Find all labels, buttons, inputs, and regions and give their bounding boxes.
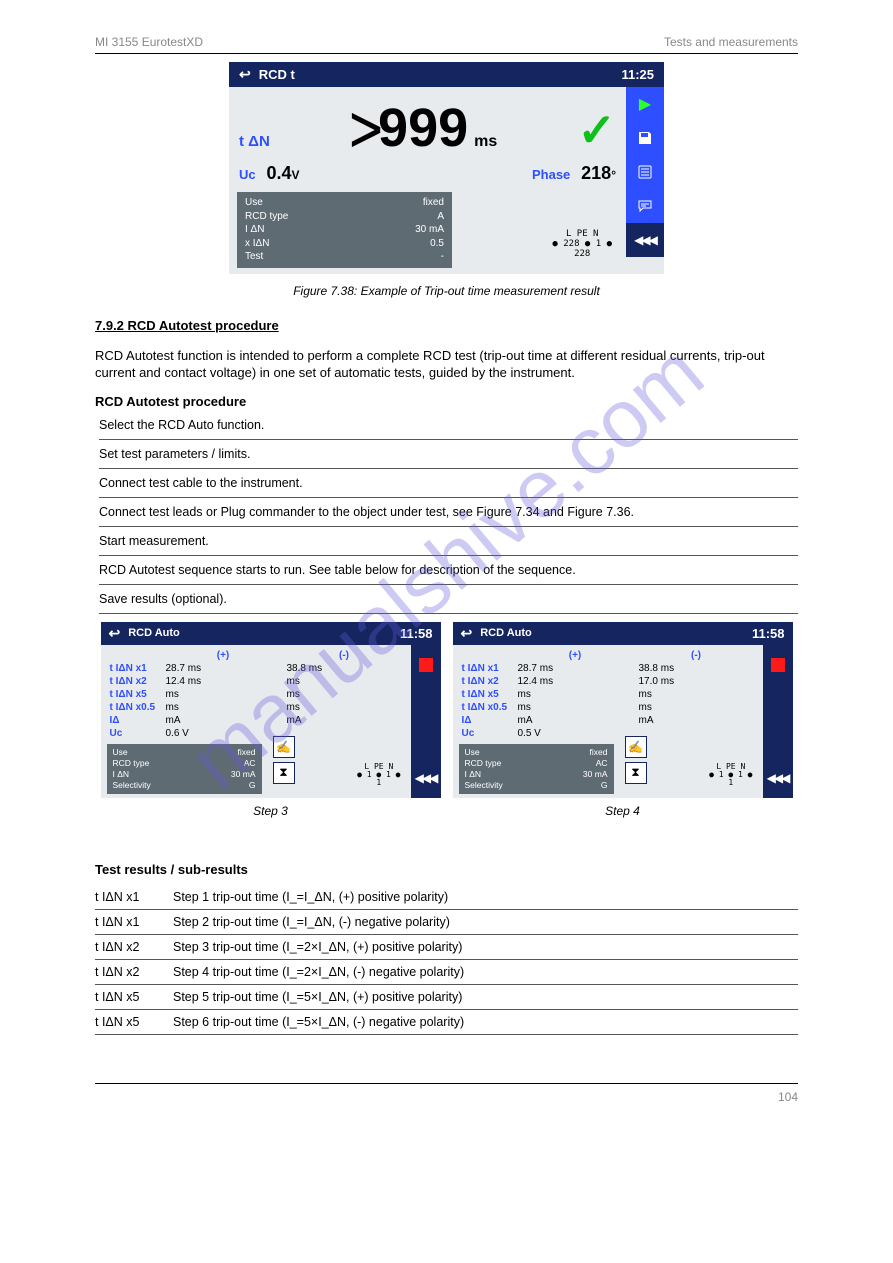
result-row: t IΔN x1Step 2 trip-out time (I_=I_ΔN, (… [95, 910, 798, 935]
steps-title: RCD Autotest procedure [95, 394, 798, 409]
meter-icon: ✍ [625, 736, 647, 758]
result-row: t IΔN x2Step 4 trip-out time (I_=2×I_ΔN,… [95, 960, 798, 985]
procedure-steps: Select the RCD Auto function. Set test p… [99, 411, 798, 614]
stop-button[interactable] [411, 645, 441, 685]
header-right: Tests and measurements [664, 35, 798, 49]
pass-check-icon: ✓ [577, 107, 616, 153]
collapse-button[interactable]: ◀◀◀ [411, 758, 441, 798]
result-row: t IΔN x1Step 1 trip-out time (I_=I_ΔN, (… [95, 885, 798, 910]
back-icon[interactable]: ↩ [109, 625, 121, 642]
device-screenshot-auto-step4: ↩ RCD Auto 11:58 (+)(-) t IΔN x128.7 ms3… [453, 622, 793, 798]
phase-value: 218° [581, 163, 616, 183]
step-item: Save results (optional). [99, 585, 798, 614]
result-row: t IΔN x5Step 6 trip-out time (I_=5×I_ΔN,… [95, 1010, 798, 1035]
figure-caption-step3: Step 3 [101, 804, 441, 818]
connection-diagram: L PE N ● 228 ● 1 ● 228 [552, 230, 612, 260]
result-row: t IΔN x2Step 3 trip-out time (I_=2×I_ΔN,… [95, 935, 798, 960]
hourglass-icon: ⧗ [625, 762, 647, 784]
meter-icon: ✍ [273, 736, 295, 758]
params-panel: Usefixed RCD typeA I ΔN30 mA x IΔN0.5 Te… [237, 192, 452, 268]
back-icon[interactable]: ↩ [461, 625, 473, 642]
page-footer: 104 [95, 1083, 798, 1104]
device-screenshot-rcdt: ↩ RCD t 11:25 t ΔN ᐳ 999 ms ✓ [229, 62, 664, 274]
section-intro: RCD Autotest function is intended to per… [95, 347, 798, 382]
screen-title: RCD Auto [480, 627, 532, 639]
stop-button[interactable] [763, 645, 793, 685]
clock: 11:58 [400, 626, 433, 641]
back-icon[interactable]: ↩ [239, 66, 251, 83]
screen-title: RCD t [259, 67, 295, 82]
comment-button[interactable] [626, 189, 664, 223]
params-panel: Usefixed RCD typeAC I ΔN30 mA Selectivit… [107, 744, 262, 794]
step-item: Set test parameters / limits. [99, 440, 798, 469]
collapse-button[interactable]: ◀◀◀ [626, 223, 664, 257]
step-item: Start measurement. [99, 527, 798, 556]
step-item: Connect test cable to the instrument. [99, 469, 798, 498]
sidebar: ▶ ◀◀◀ [626, 87, 664, 274]
results-title: Test results / sub-results [95, 862, 798, 877]
clock: 11:25 [621, 67, 654, 82]
list-button[interactable] [626, 155, 664, 189]
uc-label: Uc [239, 167, 256, 182]
play-button[interactable]: ▶ [626, 87, 664, 121]
screen-title: RCD Auto [128, 627, 180, 639]
header-left: MI 3155 EurotestXD [95, 35, 203, 49]
clock: 11:58 [752, 626, 785, 641]
figure-caption-1: Figure 7.38: Example of Trip-out time me… [95, 284, 798, 298]
connection-diagram: L PE N ● 1 ● 1 ● 1 [357, 763, 400, 788]
hourglass-icon: ⧗ [273, 762, 295, 784]
page-header: MI 3155 EurotestXD Tests and measurement… [95, 35, 798, 54]
main-reading: ᐳ 999 ms [350, 97, 497, 159]
step-item: RCD Autotest sequence starts to run. See… [99, 556, 798, 585]
section-heading: 7.9.2 RCD Autotest procedure [95, 318, 798, 333]
step-item: Select the RCD Auto function. [99, 411, 798, 440]
save-button[interactable] [626, 121, 664, 155]
result-row: t IΔN x5Step 5 trip-out time (I_=5×I_ΔN,… [95, 985, 798, 1010]
connection-diagram: L PE N ● 1 ● 1 ● 1 [709, 763, 752, 788]
t-delta-n-label: t ΔN [239, 133, 270, 150]
params-panel: Usefixed RCD typeAC I ΔN30 mA Selectivit… [459, 744, 614, 794]
step-item: Connect test leads or Plug commander to … [99, 498, 798, 527]
uc-value: 0.4V [266, 163, 299, 183]
figure-caption-step4: Step 4 [453, 804, 793, 818]
phase-label: Phase [532, 167, 570, 182]
collapse-button[interactable]: ◀◀◀ [763, 758, 793, 798]
device-screenshot-auto-step3: ↩ RCD Auto 11:58 (+)(-) t IΔN x128.7 ms3… [101, 622, 441, 798]
